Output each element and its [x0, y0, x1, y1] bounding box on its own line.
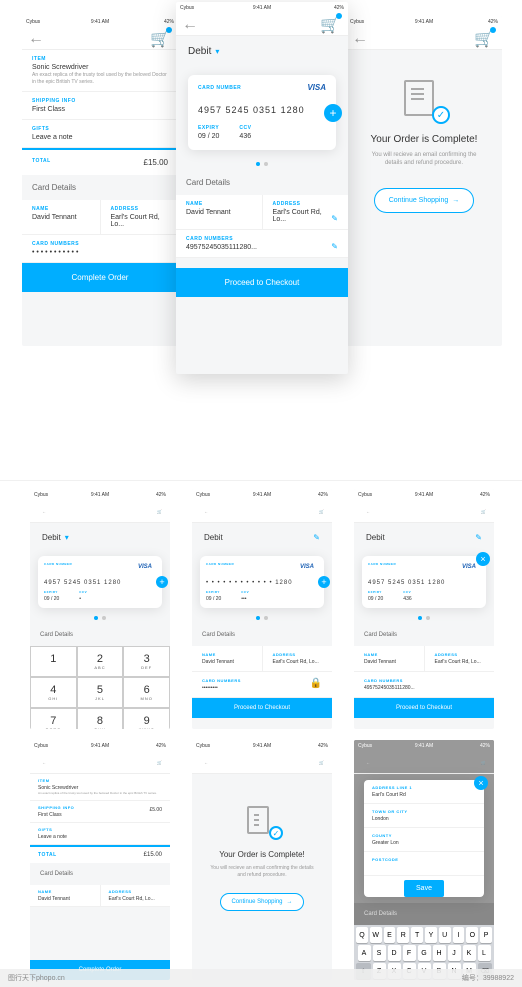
- proceed-checkout-button[interactable]: Proceed to Checkout: [176, 268, 348, 297]
- close-popup-button[interactable]: ×: [474, 776, 488, 790]
- key-K[interactable]: K: [463, 945, 476, 961]
- complete-order-button[interactable]: Complete Order: [22, 263, 178, 292]
- key-U[interactable]: U: [439, 927, 451, 943]
- back-icon[interactable]: ←: [362, 757, 374, 769]
- key-O[interactable]: O: [466, 927, 478, 943]
- key-T[interactable]: T: [411, 927, 423, 943]
- gifts-row[interactable]: GIFTS Leave a note: [22, 120, 178, 148]
- back-icon[interactable]: ←: [354, 33, 366, 45]
- page-dots: [176, 158, 348, 170]
- key-E[interactable]: E: [384, 927, 396, 943]
- status-bar: Cybus9:41 AM42%: [22, 16, 178, 28]
- keypad-key-3[interactable]: 3DEF: [123, 646, 170, 677]
- cart-icon[interactable]: 🛒: [157, 760, 162, 765]
- key-S[interactable]: S: [373, 945, 386, 961]
- lock-icon: 🔒: [310, 678, 322, 691]
- phone-debit-card: Cybus9:41 AM42% ← 🛒 Debit▾ VISA CARD NUM…: [176, 2, 348, 374]
- key-P[interactable]: P: [480, 927, 492, 943]
- continue-shopping-button[interactable]: Continue Shopping→: [374, 188, 475, 213]
- complete-icon: ✓: [404, 80, 444, 120]
- keypad-key-9[interactable]: 9WXYZ: [123, 708, 170, 729]
- check-icon: ✓: [432, 106, 450, 124]
- phone-address-edit: Cybus9:41 AM42% ←🛒 × ADDRESS LINE 1Earl'…: [354, 740, 494, 980]
- phone-order-complete: Cybus9:41 AM42% ← 🛒 ✓ Your Order is Comp…: [346, 16, 502, 346]
- close-card-button[interactable]: ×: [476, 552, 490, 566]
- nav-bar: ← 🛒: [346, 28, 502, 50]
- key-J[interactable]: J: [448, 945, 461, 961]
- address-field[interactable]: ADDRESSEarl's Court Rd, Lo... ✎: [263, 195, 349, 230]
- key-I[interactable]: I: [453, 927, 465, 943]
- back-icon[interactable]: ←: [30, 33, 42, 45]
- shipping-row: SHIPPING INFO First Class: [22, 92, 178, 120]
- add-card-button[interactable]: +: [324, 104, 342, 122]
- cart-icon[interactable]: 🛒: [150, 29, 170, 49]
- keypad-key-8[interactable]: 8TUV: [77, 708, 124, 729]
- name-field[interactable]: NAME David Tennant: [22, 200, 101, 235]
- back-icon[interactable]: ←: [38, 757, 50, 769]
- proceed-checkout-button[interactable]: Proceed to Checkout: [192, 698, 332, 718]
- key-R[interactable]: R: [397, 927, 409, 943]
- cart-icon[interactable]: 🛒: [474, 29, 494, 49]
- nav-bar: ← 🛒: [176, 14, 348, 36]
- key-L[interactable]: L: [478, 945, 491, 961]
- address-popup: × ADDRESS LINE 1Earl's Court Rd TOWN OR …: [364, 780, 484, 897]
- phone-complete-small: Cybus9:41 AM42% ←🛒 ✓ Your Order is Compl…: [192, 740, 332, 980]
- cart-icon[interactable]: 🛒: [481, 760, 486, 765]
- key-F[interactable]: F: [403, 945, 416, 961]
- continue-shopping-button[interactable]: Continue Shopping→: [220, 893, 303, 911]
- cart-icon[interactable]: 🛒: [320, 15, 340, 35]
- visa-logo: VISA: [307, 83, 326, 92]
- card-details-header: Card Details: [176, 170, 348, 195]
- chevron-down-icon: ▾: [215, 47, 219, 56]
- cart-icon[interactable]: 🛒: [157, 509, 162, 514]
- status-bar: Cybus9:41 AM42%: [176, 2, 348, 14]
- back-icon[interactable]: ←: [200, 506, 212, 518]
- card-numbers-field[interactable]: CARD NUMBERS • • • • • • • • • • •: [22, 235, 178, 263]
- proceed-checkout-button[interactable]: Proceed to Checkout: [354, 698, 494, 718]
- cart-icon[interactable]: 🛒: [319, 760, 324, 765]
- card-numbers-field[interactable]: CARD NUMBERS49575245035111280... ✎: [176, 230, 348, 258]
- card-details-header: Card Details: [22, 175, 178, 200]
- address-field[interactable]: ADDRESS Earl's Court Rd, Lo...: [101, 200, 179, 235]
- key-W[interactable]: W: [370, 927, 382, 943]
- key-H[interactable]: H: [433, 945, 446, 961]
- keypad-key-2[interactable]: 2ABC: [77, 646, 124, 677]
- key-D[interactable]: D: [388, 945, 401, 961]
- key-A[interactable]: A: [358, 945, 371, 961]
- key-G[interactable]: G: [418, 945, 431, 961]
- keypad-key-5[interactable]: 5JKL: [77, 677, 124, 708]
- keypad-key-4[interactable]: 4GHI: [30, 677, 77, 708]
- item-row: ITEM Sonic Screwdriver An exact replica …: [22, 50, 178, 92]
- back-icon[interactable]: ←: [200, 757, 212, 769]
- numeric-keypad: 12ABC3DEF4GHI5JKL6MNO7PQRS8TUV9WXYZ0⌫: [30, 646, 170, 729]
- watermark: 图行天下phopo.cn编号：39988922: [0, 969, 522, 987]
- save-button[interactable]: Save: [404, 880, 444, 897]
- back-icon[interactable]: ←: [38, 506, 50, 518]
- edit-icon[interactable]: ✎: [331, 214, 338, 223]
- phone-summary-small: Cybus9:41 AM42% ←🛒 ITEMSonic Screwdriver…: [30, 740, 170, 980]
- name-field[interactable]: NAME David Tennant: [176, 195, 263, 230]
- keypad-key-6[interactable]: 6MNO: [123, 677, 170, 708]
- status-bar: Cybus9:41 AM42%: [346, 16, 502, 28]
- debit-dropdown[interactable]: Debit▾: [176, 36, 348, 67]
- phone-card-masked: Cybus9:41 AM42% ←🛒 Debit✎ VISA CARD NUMB…: [192, 489, 332, 729]
- cart-icon[interactable]: 🛒: [481, 509, 486, 514]
- keypad-key-7[interactable]: 7PQRS: [30, 708, 77, 729]
- complete-desc: You will recieve an email confirming the…: [366, 151, 482, 168]
- keypad-key-1[interactable]: 1: [30, 646, 77, 677]
- total-row: TOTAL £15.00: [22, 148, 178, 175]
- phone-order-summary: Cybus9:41 AM42% ← 🛒 ITEM Sonic Screwdriv…: [22, 16, 178, 346]
- edit-icon[interactable]: ✎: [313, 533, 320, 542]
- back-icon[interactable]: ←: [184, 19, 196, 31]
- complete-title: Your Order is Complete!: [366, 134, 482, 145]
- key-Y[interactable]: Y: [425, 927, 437, 943]
- phone-card-close: Cybus9:41 AM42% ←🛒 Debit✎ VISA × CARD NU…: [354, 489, 494, 729]
- nav-bar: ← 🛒: [22, 28, 178, 50]
- cart-icon[interactable]: 🛒: [319, 509, 324, 514]
- phone-keypad: Cybus9:41 AM42% ←🛒 Debit▾ VISA CARD NUMB…: [30, 489, 170, 729]
- back-icon[interactable]: ←: [362, 506, 374, 518]
- credit-card[interactable]: VISA CARD NUMBER 4957 5245 0351 1280 EXP…: [188, 75, 336, 150]
- key-Q[interactable]: Q: [356, 927, 368, 943]
- edit-icon[interactable]: ✎: [331, 242, 338, 251]
